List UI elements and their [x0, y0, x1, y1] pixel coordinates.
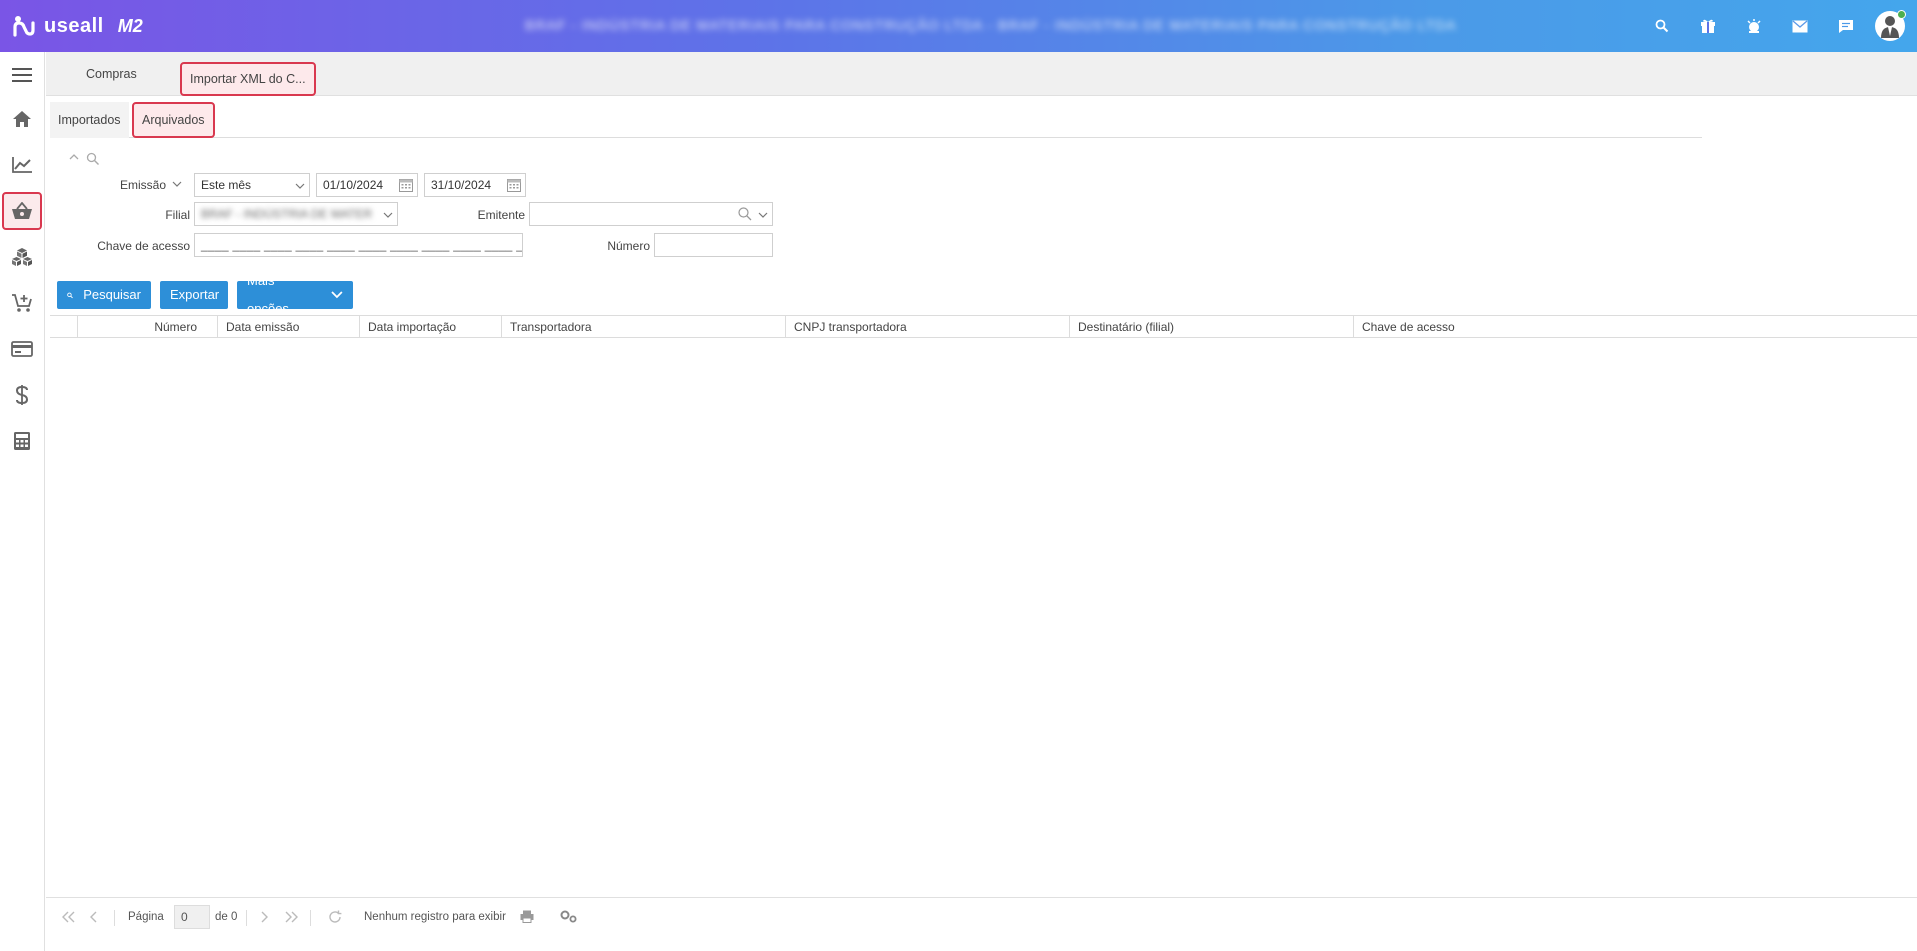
mail-icon[interactable]: [1777, 10, 1823, 42]
chevron-down-icon: [383, 212, 393, 218]
boxes-icon[interactable]: [2, 238, 42, 276]
emitente-field[interactable]: [529, 202, 773, 226]
header-actions: [1639, 10, 1906, 42]
company-name[interactable]: BRAF - INDÚSTRIA DE MATERIAIS PARA CONST…: [525, 17, 1456, 33]
module-tabs: Compras Importar XML do C...: [46, 52, 1917, 96]
tab-arquivados[interactable]: Arquivados: [132, 102, 215, 138]
tab-importados[interactable]: Importados: [50, 102, 129, 138]
emissao-chevron-icon[interactable]: [172, 180, 182, 188]
calendar-icon[interactable]: [399, 178, 413, 192]
search-icon[interactable]: [86, 152, 100, 166]
card-icon[interactable]: [2, 330, 42, 368]
sub-tabs: Importados Arquivados: [50, 102, 1702, 138]
emissao-select[interactable]: Este mês: [194, 173, 310, 197]
filter-tools: [68, 152, 100, 166]
tab-importar-xml[interactable]: Importar XML do C...: [180, 62, 316, 96]
pager-divider: [310, 910, 311, 926]
tab-compras[interactable]: Compras: [78, 62, 145, 86]
menu-icon[interactable]: [2, 56, 42, 94]
filial-select[interactable]: BRAF - INDÚSTRIA DE MATER: [194, 202, 398, 226]
home-icon[interactable]: [2, 100, 42, 138]
chave-label: Chave de acesso: [97, 239, 190, 253]
emitente-label: Emitente: [477, 208, 525, 222]
more-options-button[interactable]: Mais opções: [237, 273, 353, 316]
basket-icon[interactable]: [2, 192, 42, 230]
filial-value: BRAF - INDÚSTRIA DE MATER: [201, 207, 373, 221]
app-logo[interactable]: useall M2: [12, 13, 143, 39]
calendar-icon[interactable]: [507, 178, 521, 192]
logo-suffix: M2: [117, 15, 143, 36]
column-data-importacao[interactable]: Data importação: [359, 316, 501, 338]
grid-header: Número Data emissão Data importação Tran…: [50, 315, 1917, 338]
emissao-label: Emissão: [119, 178, 166, 192]
next-page-icon[interactable]: [260, 910, 270, 924]
column-destinatario-filial[interactable]: Destinatário (filial): [1069, 316, 1353, 338]
column-transportadora[interactable]: Transportadora: [501, 316, 785, 338]
chave-de-acesso-input[interactable]: ____ ____ ____ ____ ____ ____ ____ ____ …: [194, 233, 523, 257]
calculator-icon[interactable]: [2, 422, 42, 460]
search-icon[interactable]: [1639, 10, 1685, 42]
collapse-chevron-icon[interactable]: [68, 152, 80, 162]
column-chave-de-acesso[interactable]: Chave de acesso: [1353, 316, 1913, 338]
last-page-icon[interactable]: [284, 910, 300, 924]
chat-icon[interactable]: [1823, 10, 1869, 42]
chevron-down-icon: [295, 183, 305, 189]
logo-text: useall: [44, 14, 104, 37]
gift-icon[interactable]: [1685, 10, 1731, 42]
page-total-label: de 0: [215, 911, 238, 923]
column-data-emissao[interactable]: Data emissão: [217, 316, 359, 338]
search-icon[interactable]: [738, 207, 752, 221]
column-numero[interactable]: Número: [77, 316, 217, 338]
chart-icon[interactable]: [2, 146, 42, 184]
search-icon: [67, 292, 73, 298]
search-button-label: Pesquisar: [83, 287, 141, 302]
date-from-field[interactable]: 01/10/2024: [316, 173, 418, 197]
settings-gears-icon[interactable]: [560, 910, 578, 923]
export-button-label: Exportar: [170, 287, 220, 302]
top-bar: useall M2 BRAF - INDÚSTRIA DE MATERIAIS …: [0, 0, 1917, 52]
page-label: Página: [128, 911, 164, 923]
print-icon[interactable]: [520, 910, 534, 923]
date-to-field[interactable]: 31/10/2024: [424, 173, 526, 197]
refresh-icon[interactable]: [328, 910, 342, 924]
date-to-value: 31/10/2024: [431, 178, 492, 192]
date-from-value: 01/10/2024: [323, 178, 384, 192]
export-button[interactable]: Exportar: [160, 281, 228, 309]
page-number-input[interactable]: 0: [174, 905, 210, 929]
filial-label: Filial: [165, 208, 190, 222]
first-page-icon[interactable]: [60, 910, 76, 924]
alarm-icon[interactable]: [1731, 10, 1777, 42]
chevron-down-icon[interactable]: [758, 211, 768, 219]
cart-icon[interactable]: [2, 284, 42, 322]
useall-logo-icon: [13, 16, 35, 37]
chevron-down-icon: [331, 291, 343, 299]
emissao-value: Este mês: [201, 178, 252, 192]
search-button[interactable]: Pesquisar: [57, 281, 151, 309]
left-sidebar: [0, 52, 45, 951]
column-cnpj-transportadora[interactable]: CNPJ transportadora: [785, 316, 1069, 338]
pagination-bar: Página 0 de 0 Nenhum registro para exibi…: [46, 897, 1917, 937]
previous-page-icon[interactable]: [88, 910, 98, 924]
numero-input[interactable]: [654, 233, 773, 257]
dollar-icon[interactable]: [2, 376, 42, 414]
pager-divider: [246, 910, 247, 926]
numero-label: Número: [607, 239, 650, 253]
online-status-dot: [1897, 10, 1906, 19]
pager-divider: [114, 910, 115, 926]
user-avatar[interactable]: [1875, 10, 1906, 41]
pager-status: Nenhum registro para exibir: [364, 911, 506, 923]
